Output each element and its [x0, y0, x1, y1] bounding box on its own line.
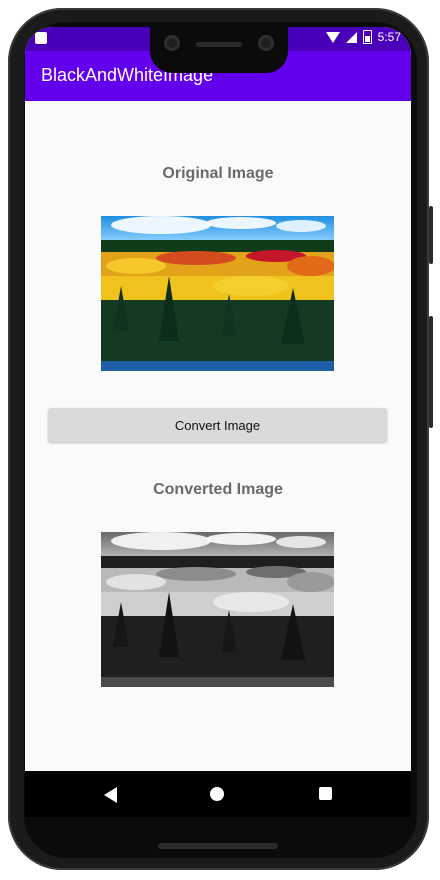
bottom-speaker: [158, 843, 278, 849]
battery-icon: [362, 30, 372, 44]
wifi-icon: [325, 31, 340, 43]
converted-image: [101, 532, 334, 687]
device-screen: 5:57 BlackAndWhiteImage Original Image C…: [25, 27, 411, 817]
back-icon[interactable]: [104, 787, 117, 803]
convert-image-button[interactable]: Convert Image: [48, 408, 387, 442]
navigation-bar: [25, 771, 411, 817]
earpiece-speaker: [196, 42, 242, 47]
sim-icon: [35, 32, 47, 44]
converted-image-graphic: [101, 532, 334, 687]
status-right: 5:57: [325, 30, 401, 44]
power-button: [429, 316, 433, 428]
main-content: Original Image Convert Image Converted I…: [25, 101, 411, 771]
original-image-graphic: [101, 216, 334, 371]
recents-icon[interactable]: [319, 787, 332, 800]
original-image: [101, 216, 334, 371]
signal-icon: [345, 31, 357, 43]
camera-notch: [150, 23, 288, 73]
status-time: 5:57: [377, 30, 401, 44]
converted-image-label: Converted Image: [153, 481, 283, 498]
front-camera-icon: [164, 35, 180, 51]
home-icon[interactable]: [210, 787, 224, 801]
volume-button: [429, 206, 433, 264]
original-image-label: Original Image: [162, 165, 274, 182]
front-sensor-icon: [258, 35, 274, 51]
